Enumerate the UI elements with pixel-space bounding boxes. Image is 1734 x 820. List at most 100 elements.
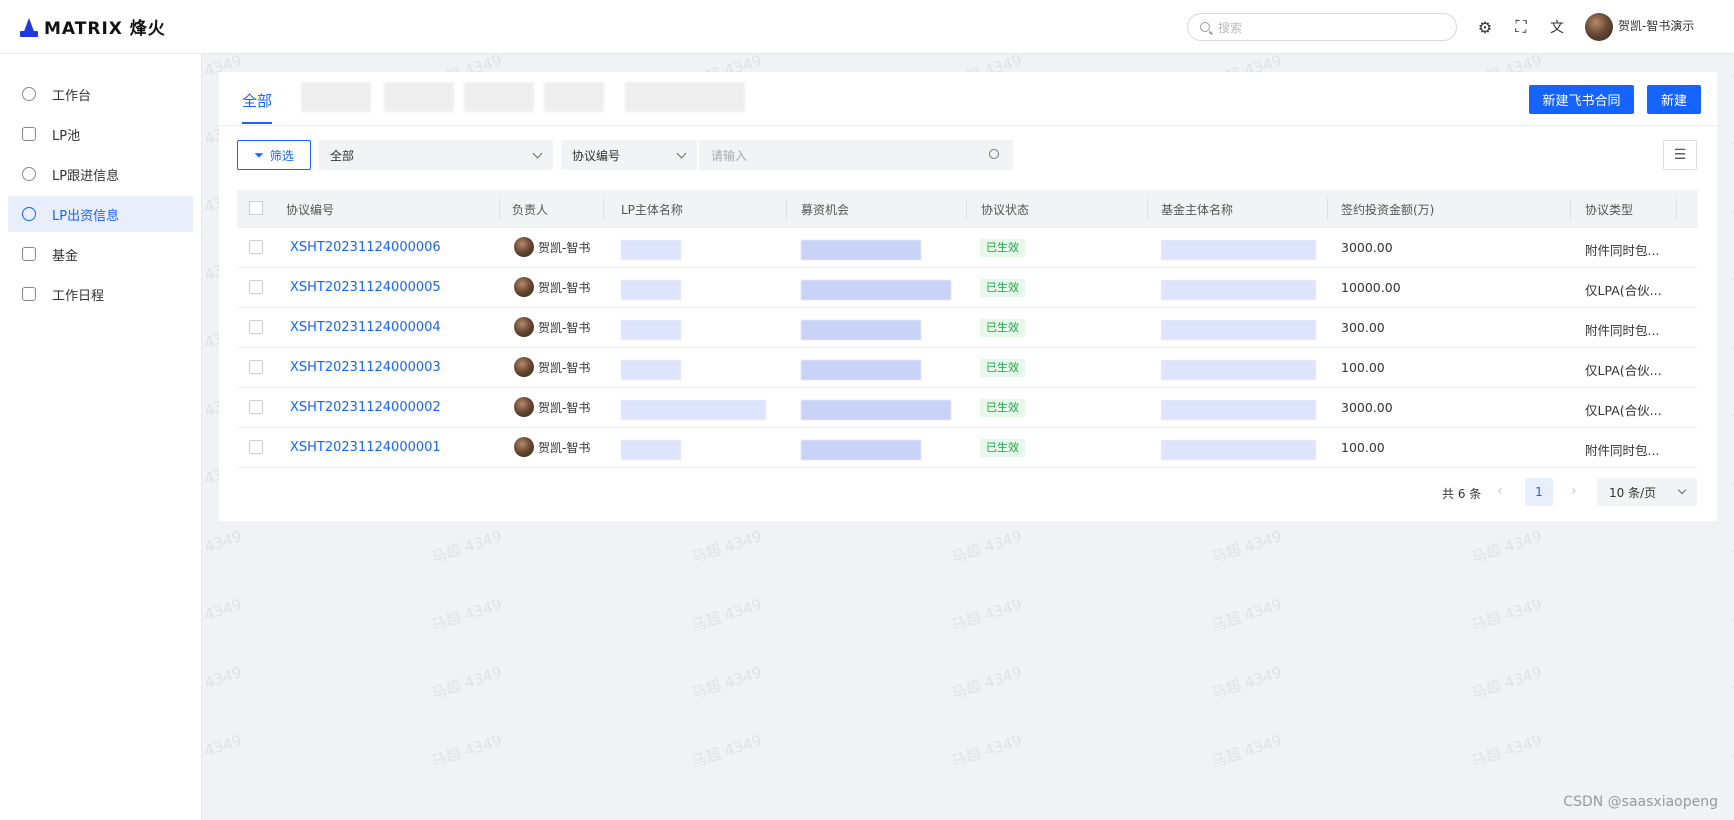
redacted-opportunity <box>801 240 921 260</box>
scope-select[interactable]: 全部 <box>319 140 553 170</box>
filter-button[interactable]: ⏷ 筛选 <box>237 140 311 170</box>
sidebar-item-lp-pool[interactable]: LP池 <box>8 116 193 152</box>
redacted-opportunity <box>801 280 951 300</box>
column-header[interactable]: 协议类型 <box>1585 201 1633 218</box>
contract-id-link[interactable]: XSHT20231124000006 <box>290 240 441 255</box>
column-header[interactable]: 协议状态 <box>981 201 1029 218</box>
avatar <box>514 357 534 377</box>
table-row[interactable]: XSHT20231124000004 贺凯-智书 已生效 300.00 附件同时包... <box>237 308 1698 348</box>
watermark-text: 马超 4349 <box>1209 527 1285 567</box>
redacted-fund-name <box>1161 240 1316 260</box>
contract-id-link[interactable]: XSHT20231124000005 <box>290 280 441 295</box>
sidebar-item-fund[interactable]: 基金 <box>8 236 193 272</box>
table-row[interactable]: XSHT20231124000003 贺凯-智书 已生效 100.00 仅LPA(合伙.… <box>237 348 1698 388</box>
blurred-tab[interactable] <box>384 82 454 112</box>
app-logo[interactable]: MATRIX 烽火 <box>20 14 166 39</box>
field-select[interactable]: 协议编号 <box>561 140 697 170</box>
redacted-lp-name <box>621 240 681 260</box>
row-checkbox[interactable] <box>249 400 263 414</box>
scope-select-value: 全部 <box>330 148 355 163</box>
avatar <box>514 397 534 417</box>
column-header[interactable]: 协议编号 <box>286 201 334 218</box>
table-row[interactable]: XSHT20231124000006 贺凯-智书 已生效 3000.00 附件同时包..… <box>237 228 1698 268</box>
agreement-type-cell: 仅LPA(合伙... <box>1585 283 1662 298</box>
column-header[interactable]: LP主体名称 <box>621 201 683 218</box>
contract-id-link[interactable]: XSHT20231124000004 <box>290 320 441 335</box>
watermark-text: 马超 4349 <box>429 663 505 703</box>
column-divider[interactable] <box>499 198 500 220</box>
table-row[interactable]: XSHT20231124000005 贺凯-智书 已生效 10000.00 仅LPA(合… <box>237 268 1698 308</box>
row-checkbox[interactable] <box>249 360 263 374</box>
blurred-tab[interactable] <box>625 82 745 112</box>
column-header[interactable]: 基金主体名称 <box>1161 201 1233 218</box>
redacted-lp-name <box>621 360 681 380</box>
watermark-text: 马超 4349 <box>949 731 1025 771</box>
page-button-current[interactable]: 1 <box>1525 478 1553 506</box>
row-checkbox[interactable] <box>249 280 263 294</box>
sidebar-item-lp-follow[interactable]: LP跟进信息 <box>8 156 193 192</box>
agreement-type-cell: 附件同时包... <box>1585 443 1660 458</box>
watermark-text: 马超 4349 <box>1469 595 1545 635</box>
user-name[interactable]: 贺凯-智书演示 <box>1618 17 1694 34</box>
redacted-opportunity <box>801 400 951 420</box>
column-header[interactable]: 负责人 <box>512 201 548 218</box>
watermark-text: 马超 4349 <box>689 527 765 567</box>
watermark-text: 马超 4349 <box>1729 187 1734 227</box>
watermark-text: 马超 4349 <box>1729 663 1734 703</box>
blurred-tab[interactable] <box>464 82 534 112</box>
column-divider[interactable] <box>1676 198 1677 220</box>
column-divider[interactable] <box>603 198 604 220</box>
watermark-text: 马超 4349 <box>1209 731 1285 771</box>
column-header[interactable]: 签约投资金额(万) <box>1341 201 1434 218</box>
tab-underline <box>242 122 272 124</box>
sidebar-item-lp-funding[interactable]: LP出资信息 <box>8 196 193 232</box>
column-divider[interactable] <box>1327 198 1328 220</box>
global-search-input[interactable]: 搜索 <box>1187 13 1457 41</box>
new-feishu-contract-button[interactable]: 新建飞书合同 <box>1529 85 1634 114</box>
owner-cell: 贺凯-智书 <box>514 277 590 297</box>
status-badge: 已生效 <box>980 319 1025 337</box>
search-input[interactable]: 请输入 <box>699 140 1013 170</box>
watermark-text: 马超 4349 <box>689 731 765 771</box>
owner-cell: 贺凯-智书 <box>514 237 590 257</box>
select-all-checkbox[interactable] <box>249 201 263 215</box>
blurred-tab[interactable] <box>544 82 604 112</box>
tab-all[interactable]: 全部 <box>242 90 272 111</box>
row-checkbox[interactable] <box>249 440 263 454</box>
top-bar: MATRIX 烽火 搜索 ⚙ ⛶ 文 贺凯-智书演示 <box>0 0 1734 54</box>
page-size-select[interactable]: 10 条/页 <box>1597 478 1697 506</box>
contract-id-link[interactable]: XSHT20231124000002 <box>290 400 441 415</box>
column-settings-button[interactable]: ☰ <box>1663 140 1697 170</box>
sidebar-item-workbench[interactable]: 工作台 <box>8 76 193 112</box>
sidebar-item-label: LP池 <box>52 128 81 144</box>
sidebar-item-label: LP跟进信息 <box>52 168 120 184</box>
logo-icon <box>20 17 38 37</box>
translate-icon[interactable]: 文 <box>1547 17 1567 37</box>
sidebar-item-schedule[interactable]: 工作日程 <box>8 276 193 312</box>
redacted-fund-name <box>1161 440 1316 460</box>
watermark-text: 马超 4349 <box>1729 51 1734 91</box>
column-divider[interactable] <box>1570 198 1571 220</box>
column-divider[interactable] <box>966 198 967 220</box>
row-checkbox[interactable] <box>249 240 263 254</box>
contract-id-link[interactable]: XSHT20231124000003 <box>290 360 441 375</box>
amount-cell: 10000.00 <box>1341 280 1401 295</box>
avatar <box>514 437 534 457</box>
gear-icon[interactable]: ⚙ <box>1475 17 1495 37</box>
table-row[interactable]: XSHT20231124000002 贺凯-智书 已生效 3000.00 仅LPA(合伙… <box>237 388 1698 428</box>
new-button[interactable]: 新建 <box>1647 85 1701 114</box>
column-header[interactable]: 募资机会 <box>801 201 849 218</box>
table-row[interactable]: XSHT20231124000001 贺凯-智书 已生效 100.00 附件同时包... <box>237 428 1698 468</box>
fullscreen-icon[interactable]: ⛶ <box>1511 17 1531 37</box>
row-checkbox[interactable] <box>249 320 263 334</box>
chevron-left-icon[interactable]: ‹ <box>1497 483 1503 499</box>
column-divider[interactable] <box>1147 198 1148 220</box>
follow-icon <box>22 167 36 181</box>
dashboard-icon <box>22 87 36 101</box>
column-divider[interactable] <box>786 198 787 220</box>
search-icon <box>1200 22 1210 32</box>
chevron-right-icon[interactable]: › <box>1571 483 1577 499</box>
blurred-tab[interactable] <box>301 82 371 112</box>
contract-id-link[interactable]: XSHT20231124000001 <box>290 440 441 455</box>
avatar[interactable] <box>1585 13 1613 41</box>
